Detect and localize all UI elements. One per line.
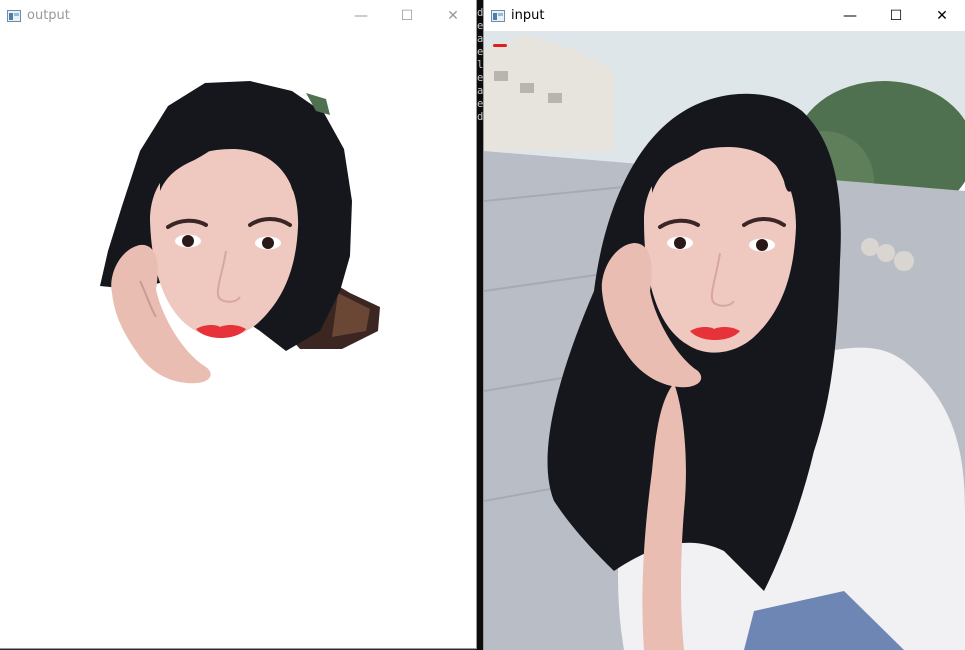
input-titlebar[interactable]: input — ☐ ✕ bbox=[484, 0, 965, 31]
minimize-button[interactable]: — bbox=[338, 0, 384, 31]
maximize-button[interactable]: ☐ bbox=[384, 0, 430, 31]
window-app-icon bbox=[7, 9, 21, 22]
output-titlebar[interactable]: output — ☐ ✕ bbox=[0, 0, 476, 31]
console-char: l bbox=[477, 59, 484, 71]
maximize-button[interactable]: ☐ bbox=[873, 0, 919, 31]
console-char: d bbox=[477, 7, 484, 19]
output-window-controls: — ☐ ✕ bbox=[338, 0, 476, 31]
close-button[interactable]: ✕ bbox=[430, 0, 476, 31]
console-char: e bbox=[477, 98, 484, 110]
input-window[interactable]: input — ☐ ✕ bbox=[484, 0, 965, 650]
console-char: a bbox=[477, 33, 484, 45]
console-char: e bbox=[477, 20, 484, 32]
portrait-photo bbox=[484, 31, 965, 650]
close-button[interactable]: ✕ bbox=[919, 0, 965, 31]
input-window-controls: — ☐ ✕ bbox=[827, 0, 965, 31]
console-char: a bbox=[477, 85, 484, 97]
input-canvas bbox=[484, 31, 965, 650]
window-app-icon bbox=[491, 9, 505, 22]
output-canvas bbox=[0, 31, 476, 648]
face-cutout-image bbox=[100, 81, 380, 384]
output-window[interactable]: output — ☐ ✕ bbox=[0, 0, 476, 648]
console-strip: d e a e l e a e d bbox=[476, 0, 484, 650]
minimize-button[interactable]: — bbox=[827, 0, 873, 31]
console-char: e bbox=[477, 72, 484, 84]
console-char: d bbox=[477, 111, 484, 123]
console-text: d e a e l e a e d bbox=[477, 7, 484, 124]
console-char: e bbox=[477, 46, 484, 58]
input-window-title: input bbox=[511, 8, 545, 23]
output-window-title: output bbox=[27, 8, 70, 23]
